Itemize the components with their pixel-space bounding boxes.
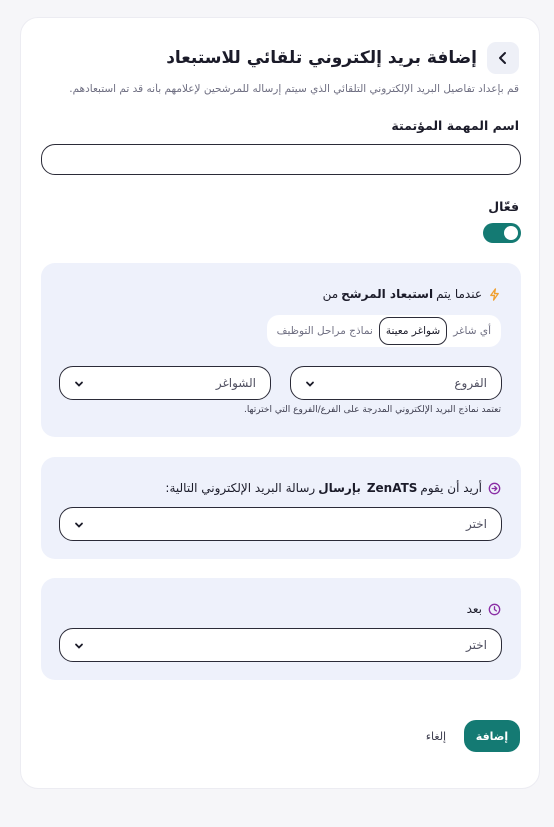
delay-select-value: اختر xyxy=(466,638,487,652)
trigger-bold: استبعاد المرشح xyxy=(341,287,434,301)
action-heading: أريد أن يقوم ZenATS بإرسال رسالة البريد … xyxy=(165,481,501,495)
email-template-select[interactable]: اختر xyxy=(59,507,502,541)
delay-select[interactable]: اختر xyxy=(59,628,502,662)
active-label: فعّال xyxy=(488,199,519,214)
action-prefix: أريد أن يقوم xyxy=(420,481,482,495)
lightning-icon xyxy=(488,287,501,301)
task-name-input[interactable] xyxy=(41,144,521,175)
chevron-down-icon xyxy=(75,381,83,387)
email-template-select-value: اختر xyxy=(466,517,487,531)
cancel-button[interactable]: إلغاء xyxy=(413,720,459,752)
trigger-hint: تعتمد نماذج البريد الإلكتروني المدرجة عل… xyxy=(243,405,501,415)
vacancies-select[interactable]: الشواغر xyxy=(59,366,271,400)
toggle-knob xyxy=(504,226,518,240)
arrow-circle-right-icon xyxy=(488,482,501,495)
delay-label: بعد xyxy=(466,602,482,616)
task-name-label: اسم المهمة المؤتمتة xyxy=(391,118,519,133)
scope-specific-vacancies[interactable]: شواغر معينة xyxy=(378,317,448,345)
trigger-prefix: عندما يتم xyxy=(436,287,482,301)
clock-icon xyxy=(488,603,501,616)
page-title: إضافة بريد إلكتروني تلقائي للاستبعاد xyxy=(166,48,477,68)
trigger-heading: عندما يتم استبعاد المرشح من xyxy=(323,287,501,301)
page-subtitle: قم بإعداد تفاصيل البريد الإلكتروني التلق… xyxy=(69,83,519,95)
trigger-panel: عندما يتم استبعاد المرشح من أي شاغر شواغ… xyxy=(41,263,521,437)
action-panel: أريد أن يقوم ZenATS بإرسال رسالة البريد … xyxy=(41,457,521,559)
trigger-suffix: من xyxy=(322,287,339,301)
page-header: إضافة بريد إلكتروني تلقائي للاستبعاد xyxy=(166,42,519,74)
chevron-down-icon xyxy=(75,522,83,528)
branches-select[interactable]: الفروع xyxy=(290,366,502,400)
trigger-scope-segmented: أي شاغر شواغر معينة نماذج مراحل التوظيف xyxy=(266,315,501,347)
action-verb: بإرسال xyxy=(318,481,361,495)
scope-any-vacancy[interactable]: أي شاغر xyxy=(447,325,497,337)
delay-panel: بعد اختر xyxy=(41,578,521,680)
chevron-left-icon xyxy=(499,52,506,64)
back-button[interactable] xyxy=(487,42,519,74)
automation-card: إضافة بريد إلكتروني تلقائي للاستبعاد قم … xyxy=(20,17,540,789)
chevron-down-icon xyxy=(306,381,314,387)
branches-select-value: الفروع xyxy=(454,376,487,390)
vacancies-select-value: الشواغر xyxy=(215,376,256,390)
active-toggle[interactable] xyxy=(483,223,521,243)
action-suffix: رسالة البريد الإلكتروني التالية: xyxy=(165,481,316,495)
add-button[interactable]: إضافة xyxy=(464,720,520,752)
chevron-down-icon xyxy=(75,643,83,649)
action-brand: ZenATS xyxy=(366,481,418,495)
delay-heading: بعد xyxy=(467,602,501,616)
scope-hiring-stage-templates[interactable]: نماذج مراحل التوظيف xyxy=(271,325,379,337)
